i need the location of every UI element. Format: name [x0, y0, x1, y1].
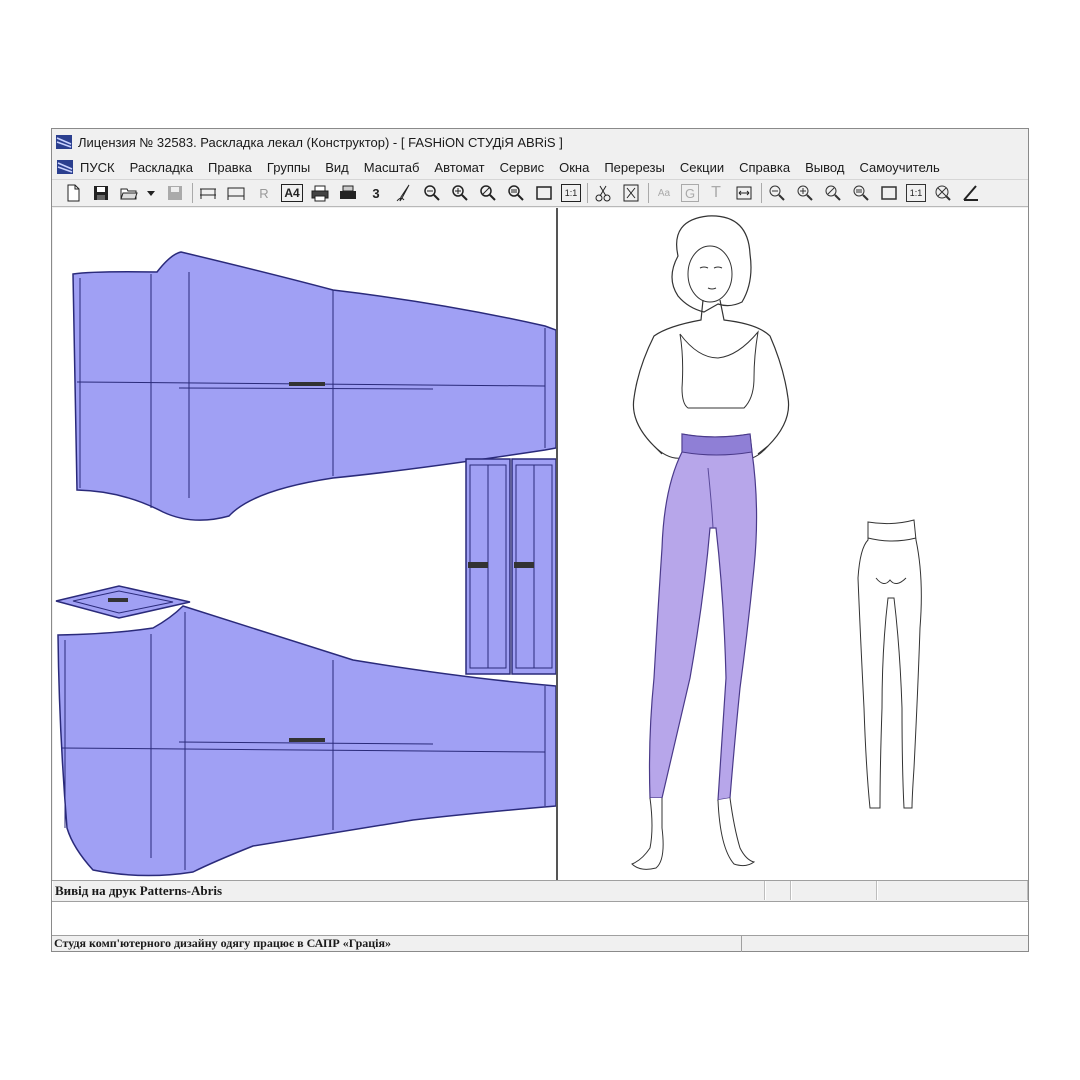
menu-start[interactable]: ПУСК: [52, 160, 115, 175]
r-label: R: [259, 185, 269, 201]
new-icon[interactable]: [62, 182, 84, 204]
fashion-sketch-drawing: [631, 215, 922, 870]
save-gray-icon[interactable]: [164, 182, 186, 204]
g-label: G: [684, 185, 696, 201]
digit3-icon[interactable]: 3: [365, 182, 387, 204]
status-bar-bottom: Студя комп'ютерного дизайну одягу працює…: [52, 935, 1028, 952]
text-aa-icon[interactable]: Aa: [653, 182, 675, 204]
app-icon: [56, 135, 72, 149]
rect2-icon[interactable]: [878, 182, 900, 204]
digit3-label: 3: [372, 185, 380, 201]
fashion-sketch-canvas[interactable]: [558, 208, 1028, 880]
r-icon[interactable]: R: [253, 182, 275, 204]
status-cell-empty: [742, 935, 1028, 952]
dropdown-arrow-icon[interactable]: [146, 182, 156, 204]
a4-label: A4: [284, 186, 300, 200]
rect-icon[interactable]: [533, 182, 555, 204]
a4-icon[interactable]: A4: [281, 184, 303, 202]
zoom-icon[interactable]: [477, 182, 499, 204]
zoom-fit2-icon[interactable]: [850, 182, 872, 204]
zoom-out-icon[interactable]: [421, 182, 443, 204]
menu-item-sections[interactable]: Секции: [680, 160, 724, 175]
printer-icon[interactable]: [309, 182, 331, 204]
status-cell-1: [765, 881, 791, 900]
toolbar-separator: [761, 183, 762, 203]
t-icon[interactable]: T: [705, 182, 727, 204]
menu-item-edit[interactable]: Правка: [208, 160, 252, 175]
zoom2-icon[interactable]: [822, 182, 844, 204]
zoom-out2-icon[interactable]: [766, 182, 788, 204]
t-label: T: [711, 184, 721, 201]
bed-icon[interactable]: [197, 182, 219, 204]
fit-width-icon[interactable]: [733, 182, 755, 204]
window-title: Лицензия № 32583. Раскладка лекал (Конст…: [78, 134, 563, 150]
toolbar-separator: [648, 183, 649, 203]
angle-icon[interactable]: [960, 182, 982, 204]
status-cell-3: [876, 881, 1028, 900]
scissors-icon[interactable]: [592, 182, 614, 204]
one-to-one-icon[interactable]: 1:1: [561, 184, 581, 202]
menu-item-output[interactable]: Вывод: [805, 160, 844, 175]
status-studio-note: Студя комп'ютерного дизайну одягу працює…: [52, 935, 742, 952]
pen-icon[interactable]: [393, 182, 415, 204]
menu-item-help[interactable]: Справка: [739, 160, 790, 175]
legging-back-view-sketch: [857, 519, 922, 809]
one-to-one2-icon[interactable]: 1:1: [906, 184, 926, 202]
cut-icon[interactable]: [620, 182, 642, 204]
menu-item-cuts[interactable]: Перерезы: [604, 160, 665, 175]
one-to-one-label: 1:1: [564, 188, 578, 198]
pattern-layout-canvas[interactable]: [53, 208, 558, 880]
menu-item-groups[interactable]: Группы: [267, 160, 310, 175]
zoom-in-icon[interactable]: [449, 182, 471, 204]
save-disk-icon[interactable]: [90, 182, 112, 204]
status-cell-2: [790, 881, 877, 900]
app-window: Лицензия № 32583. Раскладка лекал (Конст…: [51, 128, 1029, 952]
status-print-output: Вивід на друк Patterns-Abris: [52, 881, 766, 900]
status-blank-row: [52, 901, 1028, 936]
printer2-icon[interactable]: [337, 182, 359, 204]
app-menu-icon: [57, 160, 73, 174]
menu-item-layout[interactable]: Раскладка: [130, 160, 193, 175]
toolbar-separator: [587, 183, 588, 203]
toolbar-separator: [192, 183, 193, 203]
title-bar: Лицензия № 32583. Раскладка лекал (Конст…: [52, 129, 1028, 155]
zoom-fit-icon[interactable]: [505, 182, 527, 204]
menu-item-tutorial[interactable]: Самоучитель: [859, 160, 939, 175]
open-folder-icon[interactable]: [118, 182, 140, 204]
toolbar: R A4 3 1:1 Aa G T 1:1: [52, 179, 1028, 207]
menu-item-service[interactable]: Сервис: [500, 160, 545, 175]
menu-item-view[interactable]: Вид: [325, 160, 349, 175]
pattern-layout-drawing: [55, 251, 556, 877]
zoom-x-icon[interactable]: [932, 182, 954, 204]
menu-item-scale[interactable]: Масштаб: [364, 160, 420, 175]
g-icon[interactable]: G: [681, 184, 699, 202]
one-to-one2-label: 1:1: [909, 188, 923, 198]
zoom-in2-icon[interactable]: [794, 182, 816, 204]
status-bar-top: Вивід на друк Patterns-Abris: [52, 880, 1028, 901]
bed2-icon[interactable]: [225, 182, 247, 204]
menu-item-windows[interactable]: Окна: [559, 160, 589, 175]
menu-item-start-label: ПУСК: [80, 159, 115, 175]
menu-bar: ПУСК Раскладка Правка Группы Вид Масштаб…: [52, 155, 1028, 179]
menu-item-auto[interactable]: Автомат: [434, 160, 484, 175]
legging-sketch: [648, 433, 758, 801]
